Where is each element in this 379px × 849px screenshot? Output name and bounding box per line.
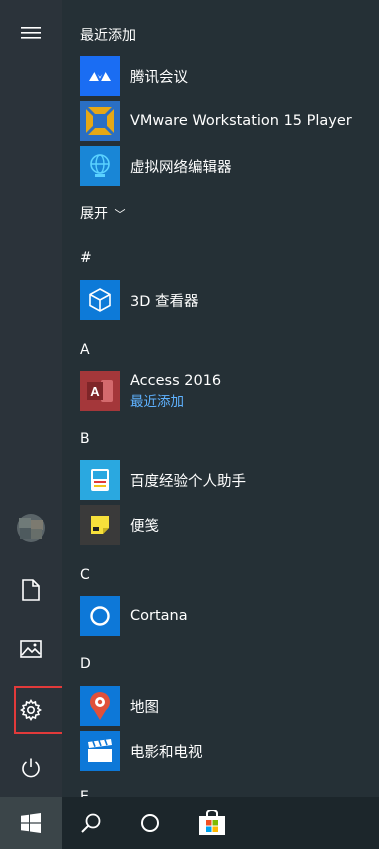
start-button[interactable] xyxy=(0,797,62,849)
chevron-down-icon: ﹀ xyxy=(114,208,126,221)
app-item-cortana[interactable]: Cortana xyxy=(80,596,370,636)
app-item-3d-viewer[interactable]: 3D 查看器 xyxy=(80,280,370,320)
app-item-baidu-jingyan[interactable]: 百度经验个人助手 xyxy=(80,460,370,500)
letter-header-hash[interactable]: # xyxy=(80,250,92,266)
microsoft-store-button[interactable] xyxy=(182,797,242,849)
app-item-movies-tv[interactable]: 电影和电视 xyxy=(80,731,370,771)
app-name: 腾讯会议 xyxy=(130,69,188,86)
taskbar xyxy=(0,797,379,849)
app-name: 百度经验个人助手 xyxy=(130,473,246,490)
windows-logo-icon xyxy=(21,813,41,833)
app-name: 地图 xyxy=(130,699,159,716)
app-name: 便笺 xyxy=(130,518,159,535)
cortana-button[interactable] xyxy=(120,797,180,849)
recently-added-label: 最近添加 xyxy=(130,393,184,410)
expand-button[interactable]: 展开 ﹀ xyxy=(80,203,125,223)
svg-text:A: A xyxy=(90,384,100,399)
app-item-tencent-meeting[interactable]: 腾讯会议 xyxy=(80,56,370,96)
vmware-icon xyxy=(80,101,120,141)
app-item-virtual-network-editor[interactable]: 虚拟网络编辑器 xyxy=(80,146,370,186)
clapperboard-icon xyxy=(80,731,120,771)
app-item-sticky-notes[interactable]: 便笺 xyxy=(80,505,370,545)
globe-icon xyxy=(80,146,120,186)
app-name: VMware Workstation 15 Player xyxy=(130,113,352,129)
search-icon xyxy=(81,813,101,833)
sticky-note-icon xyxy=(80,505,120,545)
app-name: 3D 查看器 xyxy=(130,293,199,310)
letter-header-c[interactable]: C xyxy=(80,567,90,583)
letter-header-b[interactable]: B xyxy=(80,431,90,447)
map-pin-icon xyxy=(80,686,120,726)
app-item-access-2016[interactable]: A Access 2016 最近添加 xyxy=(80,371,370,411)
cortana-icon xyxy=(80,596,120,636)
cortana-circle-icon xyxy=(141,814,159,832)
app-list: 最近添加 腾讯会议 VMware Workstation 15 Player 虚… xyxy=(62,0,379,797)
letter-header-e[interactable]: E xyxy=(80,788,89,797)
app-name: Access 2016 xyxy=(130,372,222,389)
cube-icon xyxy=(80,280,120,320)
app-name: Cortana xyxy=(130,608,188,624)
expand-label: 展开 xyxy=(80,206,108,222)
letter-header-a[interactable]: A xyxy=(80,342,90,358)
recently-added-heading: 最近添加 xyxy=(80,28,136,44)
app-name: 电影和电视 xyxy=(130,744,203,761)
store-bag-icon xyxy=(199,810,225,835)
app-item-vmware-player[interactable]: VMware Workstation 15 Player xyxy=(80,101,370,141)
tencent-meeting-icon xyxy=(80,56,120,96)
search-button[interactable] xyxy=(62,797,120,849)
app-name: 虚拟网络编辑器 xyxy=(130,159,232,176)
app-item-maps[interactable]: 地图 xyxy=(80,686,370,726)
access-icon: A xyxy=(80,371,120,411)
baidu-jingyan-icon xyxy=(80,460,120,500)
letter-header-d[interactable]: D xyxy=(80,656,91,672)
